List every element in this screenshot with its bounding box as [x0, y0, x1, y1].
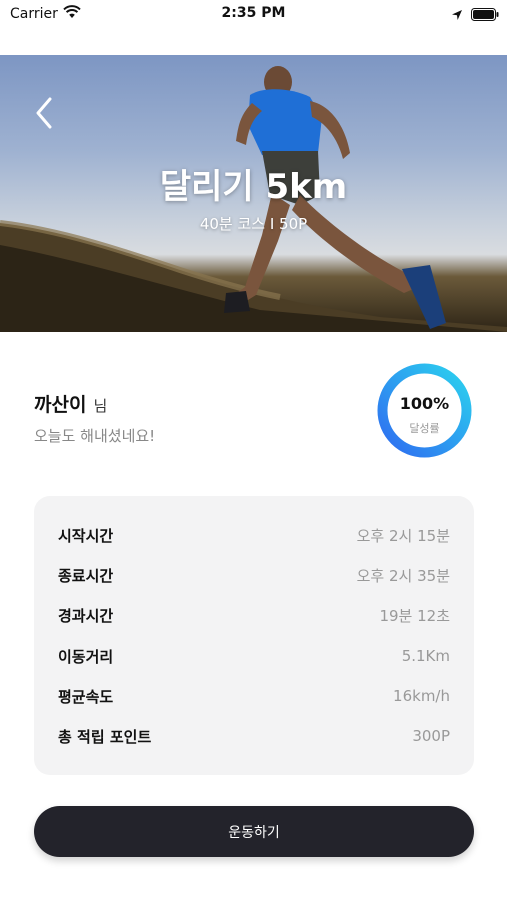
battery-icon — [471, 6, 499, 25]
location-arrow-icon — [451, 6, 463, 25]
row-value: 오후 2시 35분 — [356, 566, 450, 585]
row-label: 경과시간 — [58, 606, 114, 625]
row-label: 시작시간 — [58, 526, 114, 545]
status-time: 2:35 PM — [221, 5, 286, 21]
workout-summary-card: 시작시간 오후 2시 15분 종료시간 오후 2시 35분 경과시간 19분 1… — [34, 496, 474, 775]
hero-banner: 달리기 5km 40분 코스 I 50P — [0, 55, 507, 332]
row-value: 오후 2시 15분 — [356, 526, 450, 545]
user-greeting: 까산이 님 오늘도 해내셨네요! — [34, 390, 155, 446]
summary-row-avg-speed: 평균속도 16km/h — [58, 684, 450, 708]
start-workout-button[interactable]: 운동하기 — [34, 806, 474, 857]
user-message: 오늘도 해내셨네요! — [34, 427, 156, 445]
row-value: 300P — [412, 727, 450, 745]
hero-title: 달리기 5km — [159, 167, 348, 207]
achievement-value: 100% — [399, 394, 450, 413]
summary-row-total-points: 총 적립 포인트 300P — [58, 724, 450, 748]
row-value: 5.1Km — [401, 647, 450, 665]
status-bar: Carrier 2:35 PM — [0, 0, 507, 28]
summary-row-end-time: 종료시간 오후 2시 35분 — [58, 563, 450, 587]
row-value: 19분 12초 — [379, 606, 450, 625]
row-label: 총 적립 포인트 — [58, 727, 152, 746]
back-chevron-icon[interactable] — [30, 95, 60, 131]
row-label: 평균속도 — [58, 687, 114, 706]
achievement-label: 달성률 — [409, 422, 440, 435]
row-label: 이동거리 — [58, 647, 114, 666]
row-label: 종료시간 — [58, 566, 114, 585]
user-honorific: 님 — [93, 397, 108, 415]
row-value: 16km/h — [393, 687, 450, 705]
summary-row-elapsed-time: 경과시간 19분 12초 — [58, 603, 450, 627]
summary-row-start-time: 시작시간 오후 2시 15분 — [58, 523, 450, 547]
status-right-group — [451, 6, 499, 25]
summary-row-distance: 이동거리 5.1Km — [58, 644, 450, 668]
user-name: 까산이 — [34, 394, 87, 416]
hero-subtitle: 40분 코스 I 50P — [199, 215, 308, 233]
user-name-line: 까산이 님 — [34, 390, 155, 417]
